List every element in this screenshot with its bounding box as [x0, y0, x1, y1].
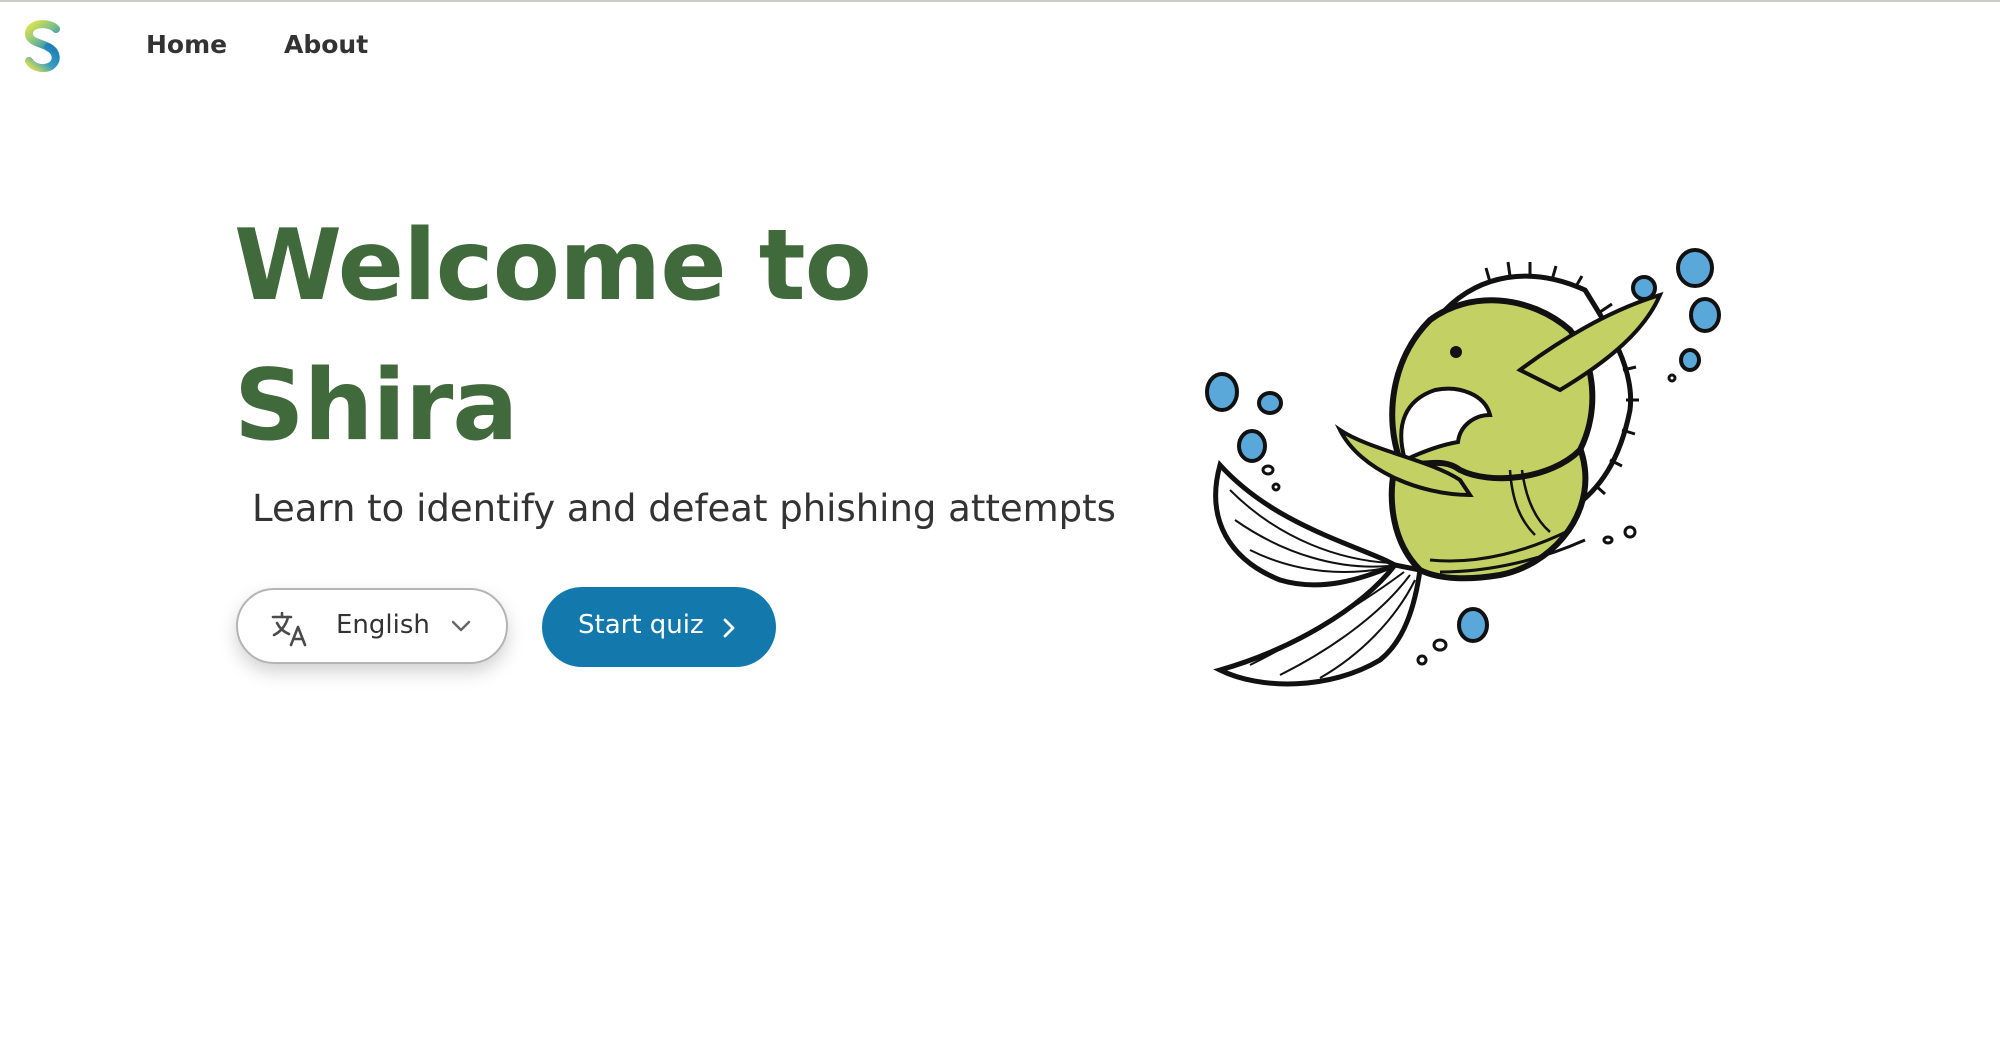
chevron-right-icon — [723, 618, 735, 638]
hero-title-line-2: Shira — [234, 349, 518, 463]
language-select[interactable]: English — [236, 588, 508, 664]
start-quiz-label: Start quiz — [578, 610, 704, 640]
hero-subtitle: Learn to identify and defeat phishing at… — [252, 487, 1116, 530]
chevron-down-icon — [451, 620, 471, 632]
shira-logo-icon[interactable] — [22, 20, 64, 72]
nav-about-link[interactable]: About — [284, 30, 368, 59]
translate-icon — [271, 611, 307, 647]
nav-home-link[interactable]: Home — [146, 30, 227, 59]
fish-mascot-illustration — [1205, 248, 1721, 687]
language-selected-value: English — [336, 610, 430, 640]
hero-title: Welcome to Shira — [234, 196, 872, 476]
start-quiz-button[interactable]: Start quiz — [542, 587, 776, 667]
navbar: Home About — [0, 2, 2000, 90]
hero-title-line-1: Welcome to — [234, 209, 872, 323]
